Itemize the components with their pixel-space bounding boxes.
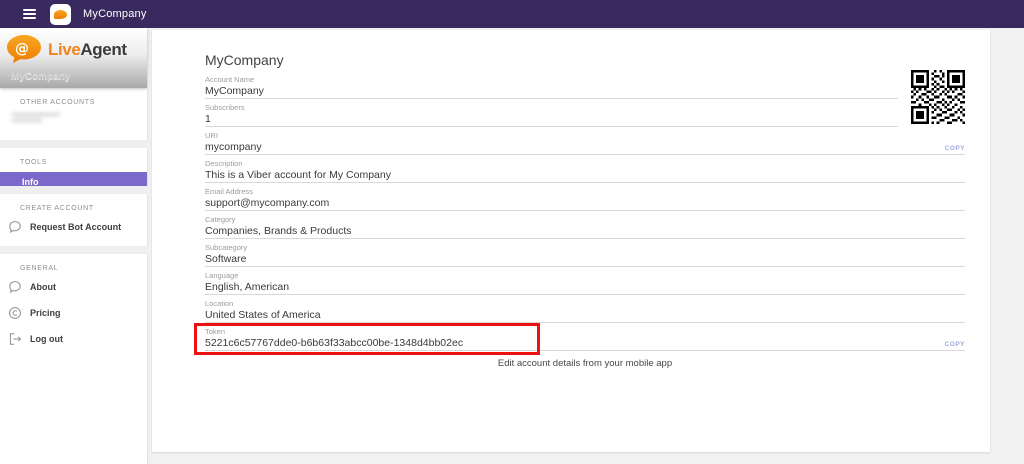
topbar-account-name: MyCompany bbox=[83, 8, 147, 20]
sidebar-item-label: About bbox=[30, 282, 56, 292]
section-header: GENERAL bbox=[0, 254, 147, 276]
viber-bubble-icon bbox=[8, 280, 22, 294]
field-email-address: Email Address support@mycompany.com bbox=[205, 188, 965, 211]
field-label: Category bbox=[205, 216, 965, 224]
field-description: Description This is a Viber account for … bbox=[205, 160, 965, 183]
sidebar-item-label: Log out bbox=[30, 334, 63, 344]
sidebar-item-about[interactable]: About bbox=[0, 276, 147, 298]
field-value: mycompany bbox=[205, 140, 965, 155]
field-value: Companies, Brands & Products bbox=[205, 224, 965, 239]
field-account-name: Account Name MyCompany bbox=[205, 76, 898, 99]
account-details-card: MyCompany Account Name MyCompany Subscri… bbox=[152, 30, 990, 452]
copy-uri-button[interactable]: COPY bbox=[941, 145, 965, 152]
sidebar-item-request-bot-account[interactable]: Request Bot Account bbox=[0, 216, 147, 238]
redacted-account-item[interactable] bbox=[12, 113, 60, 122]
field-label: Description bbox=[205, 160, 965, 168]
field-label: Email Address bbox=[205, 188, 965, 196]
field-uri: URI mycompany COPY bbox=[205, 132, 965, 155]
field-value: MyCompany bbox=[205, 84, 898, 99]
field-value: United States of America bbox=[205, 308, 965, 323]
field-token: Token 5221c6c57767dde0-b6b63f33abcc00be-… bbox=[205, 328, 965, 351]
sidebar: @ LiveAgent MyCompany OTHER ACCOUNTS TOO… bbox=[0, 28, 147, 464]
field-value: 5221c6c57767dde0-b6b63f33abcc00be-1348d4… bbox=[205, 336, 965, 351]
mobile-edit-note: Edit account details from your mobile ap… bbox=[205, 358, 965, 369]
field-label: Account Name bbox=[205, 76, 898, 84]
viber-bubble-icon bbox=[8, 220, 22, 234]
field-value: support@mycompany.com bbox=[205, 196, 965, 211]
sidebar-section-other-accounts: OTHER ACCOUNTS bbox=[0, 88, 147, 140]
svg-text:@: @ bbox=[15, 41, 29, 57]
top-app-bar: MyCompany bbox=[0, 0, 1024, 28]
field-value: 1 bbox=[205, 112, 898, 127]
sidebar-logo-panel: @ LiveAgent MyCompany bbox=[0, 28, 147, 88]
sidebar-section-general: GENERAL About Pricing bbox=[0, 254, 147, 464]
liveagent-wordmark: LiveAgent bbox=[48, 40, 127, 60]
qr-code bbox=[911, 70, 965, 124]
sidebar-item-log-out[interactable]: Log out bbox=[0, 328, 147, 350]
menu-icon[interactable] bbox=[23, 7, 36, 21]
coin-icon bbox=[8, 306, 22, 320]
page-title: MyCompany bbox=[205, 52, 965, 68]
sidebar-item-label: Request Bot Account bbox=[30, 222, 121, 232]
field-category: Category Companies, Brands & Products bbox=[205, 216, 965, 239]
account-avatar[interactable] bbox=[50, 4, 71, 25]
field-label: Location bbox=[205, 300, 965, 308]
logo-watermark: MyCompany bbox=[11, 71, 70, 82]
sidebar-item-pricing[interactable]: Pricing bbox=[0, 302, 147, 324]
field-label: URI bbox=[205, 132, 965, 140]
field-label: Token bbox=[205, 328, 965, 336]
field-subcategory: Subcategory Software bbox=[205, 244, 965, 267]
field-value: This is a Viber account for My Company bbox=[205, 168, 965, 183]
field-location: Location United States of America bbox=[205, 300, 965, 323]
field-language: Language English, American bbox=[205, 272, 965, 295]
section-header: CREATE ACCOUNT bbox=[0, 194, 147, 216]
field-value: English, American bbox=[205, 280, 965, 295]
field-label: Subcategory bbox=[205, 244, 965, 252]
field-value: Software bbox=[205, 252, 965, 267]
field-label: Subscribers bbox=[205, 104, 898, 112]
field-label: Language bbox=[205, 272, 965, 280]
sidebar-section-create-account: CREATE ACCOUNT Request Bot Account bbox=[0, 194, 147, 246]
sidebar-item-label: Pricing bbox=[30, 308, 61, 318]
field-subscribers: Subscribers 1 bbox=[205, 104, 898, 127]
section-header: TOOLS bbox=[0, 148, 147, 170]
brand-logo-icon bbox=[54, 10, 67, 19]
logout-icon bbox=[8, 332, 22, 346]
liveagent-logo-icon: @ bbox=[5, 34, 45, 66]
copy-token-button[interactable]: COPY bbox=[941, 341, 965, 348]
section-header: OTHER ACCOUNTS bbox=[0, 88, 147, 110]
sidebar-section-tools: TOOLS Info bbox=[0, 148, 147, 186]
